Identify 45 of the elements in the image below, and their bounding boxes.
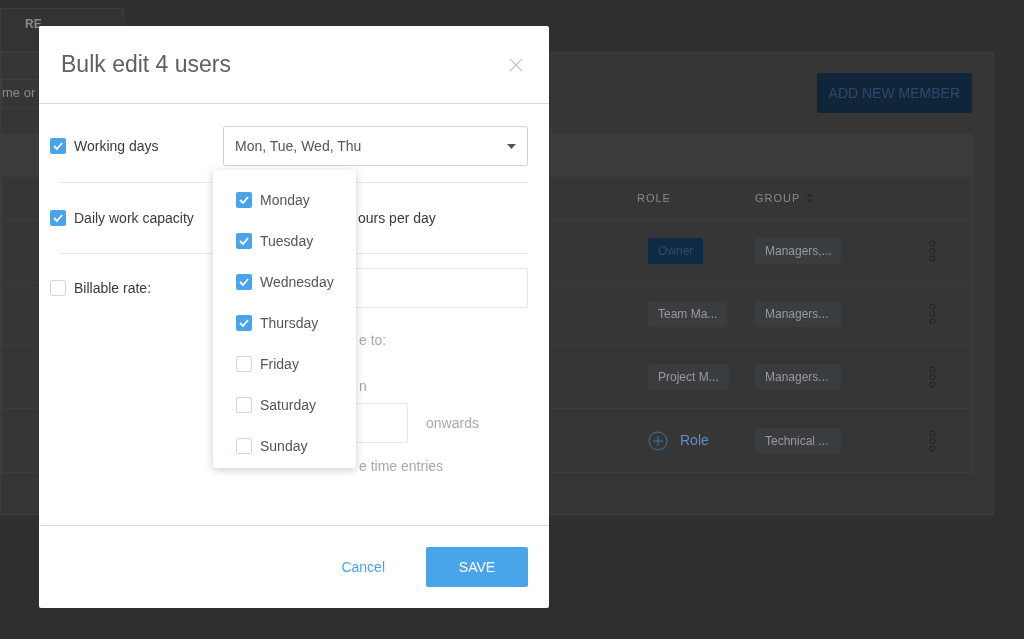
day-option[interactable]: Monday bbox=[213, 190, 356, 210]
option-label: Daily work capacity bbox=[74, 208, 194, 228]
check-icon bbox=[239, 319, 249, 327]
column-header: ROLE bbox=[637, 190, 672, 206]
checkbox[interactable] bbox=[236, 397, 252, 413]
group-tag: Managers... bbox=[755, 364, 841, 390]
onwards-text: onwards bbox=[426, 413, 479, 433]
add-role-link[interactable]: Role bbox=[680, 430, 709, 451]
role-tag: Team Ma... bbox=[648, 301, 728, 327]
checkbox[interactable] bbox=[236, 233, 252, 249]
option-text: n bbox=[359, 377, 368, 396]
check-icon bbox=[53, 142, 63, 150]
day-option[interactable]: Sunday bbox=[213, 436, 356, 456]
day-option[interactable]: Saturday bbox=[213, 395, 356, 415]
checkbox[interactable] bbox=[236, 315, 252, 331]
close-icon[interactable] bbox=[509, 57, 523, 72]
column-header[interactable]: GROUP bbox=[755, 189, 801, 207]
checkbox[interactable] bbox=[236, 274, 252, 290]
dialog-title: Bulk edit 4 users bbox=[61, 50, 232, 80]
caret-icon bbox=[507, 143, 516, 149]
group-tag: Managers... bbox=[755, 301, 841, 327]
checkbox[interactable] bbox=[50, 138, 66, 154]
checkbox[interactable] bbox=[236, 192, 252, 208]
day-option[interactable]: Thursday bbox=[213, 313, 356, 333]
capacity-suffix: ours per day bbox=[358, 208, 436, 228]
checkbox[interactable] bbox=[50, 280, 66, 296]
working-days-select[interactable]: Mon, Tue, Wed, Thu bbox=[223, 126, 528, 166]
option-label: Billable rate: bbox=[74, 278, 152, 298]
checkbox[interactable] bbox=[50, 210, 66, 226]
day-option[interactable]: Wednesday bbox=[213, 272, 356, 292]
add-icon[interactable] bbox=[648, 430, 668, 451]
role-tag: Project M... bbox=[648, 364, 729, 390]
check-icon bbox=[239, 278, 249, 286]
group-tag: Managers,... bbox=[755, 238, 841, 264]
checkbox[interactable] bbox=[236, 438, 252, 454]
apply-text: e to: bbox=[359, 331, 388, 350]
group-tag: Technical ... bbox=[755, 427, 841, 454]
option-label: Working days bbox=[74, 136, 159, 156]
day-option[interactable]: Tuesday bbox=[213, 231, 356, 251]
check-icon bbox=[239, 237, 249, 245]
check-icon bbox=[239, 196, 249, 204]
day-option[interactable]: Friday bbox=[213, 354, 356, 374]
checkbox[interactable] bbox=[236, 356, 252, 372]
check-icon bbox=[53, 214, 63, 222]
entries-text: e time entries bbox=[359, 457, 445, 476]
